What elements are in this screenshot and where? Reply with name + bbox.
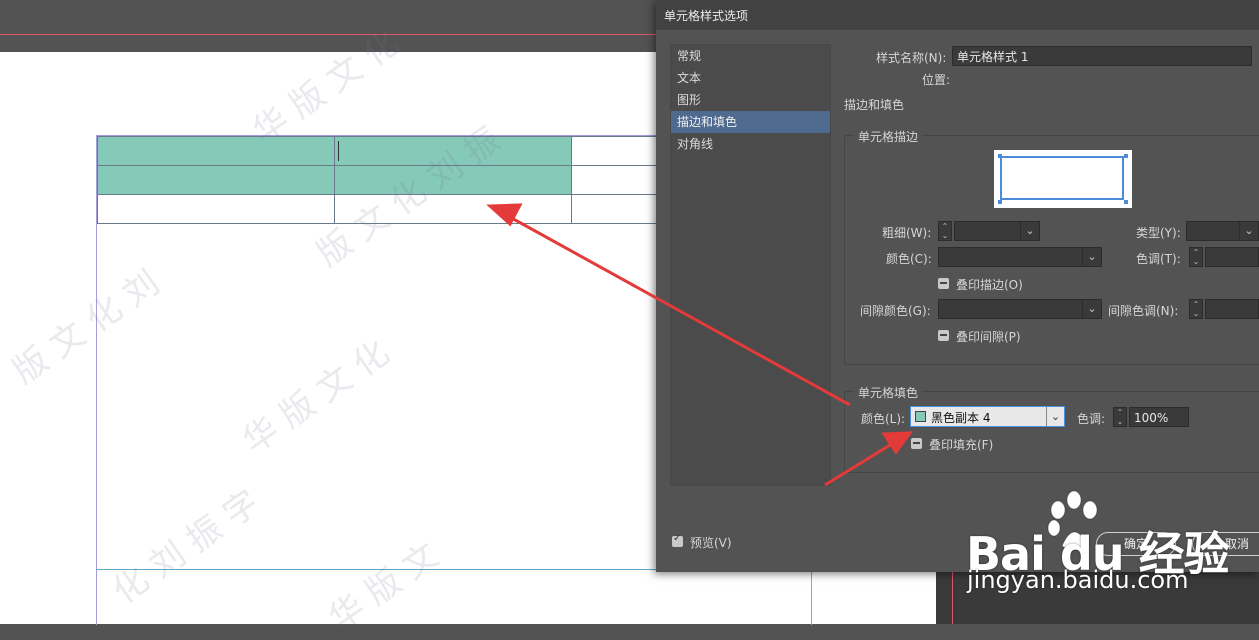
chevron-down-icon[interactable]: ⌄	[1082, 248, 1101, 266]
category-list: 常规 文本 图形 描边和填色 对角线	[670, 44, 831, 486]
stroke-tint-stepper[interactable]: ⌃ ⌄	[1189, 247, 1203, 267]
cell-fill-title: 单元格填色	[854, 384, 923, 401]
dialog-title: 单元格样式选项	[664, 9, 749, 23]
stroke-tint-input[interactable]	[1205, 247, 1259, 267]
text-frame-edge	[96, 569, 656, 570]
fill-tint-label: 色调:	[1077, 412, 1106, 426]
text-cursor	[338, 141, 339, 161]
overprint-gap-checkbox[interactable]	[938, 330, 949, 341]
overprint-stroke-label: 叠印描边(O)	[956, 278, 1023, 292]
fill-color-value: 黑色副本 4	[931, 411, 991, 425]
table-cell[interactable]	[571, 165, 656, 195]
stroke-color-combo[interactable]: ⌄	[938, 247, 1102, 267]
table-cell[interactable]	[334, 165, 572, 195]
cell-stroke-title: 单元格描边	[854, 128, 923, 145]
weight-label: 粗细(W):	[882, 226, 932, 240]
location-label: 位置:	[922, 73, 951, 87]
type-label: 类型(Y):	[1136, 226, 1181, 240]
stroke-tint-label: 色调(T):	[1136, 252, 1181, 266]
section-heading: 描边和填色	[844, 98, 905, 112]
table-cell[interactable]	[97, 194, 335, 224]
table-cell[interactable]	[97, 165, 335, 195]
fill-color-label: 颜色(L):	[861, 412, 906, 426]
category-strokes-and-fills[interactable]: 描边和填色	[671, 111, 830, 133]
gap-color-combo[interactable]: ⌄	[938, 299, 1102, 319]
category-general[interactable]: 常规	[671, 45, 830, 67]
fill-tint-stepper[interactable]: ⌃ ⌄	[1113, 407, 1127, 427]
table-row	[97, 194, 656, 224]
table-cell[interactable]	[571, 136, 656, 166]
cell-fill-group	[844, 391, 1259, 473]
chevron-down-icon[interactable]: ⌄	[1020, 222, 1039, 240]
proxy-handle[interactable]	[998, 154, 1002, 158]
baidu-url: jingyan.baidu.com	[967, 566, 1189, 594]
type-combo[interactable]: ⌄	[1186, 221, 1259, 241]
color-swatch	[915, 411, 926, 422]
preview-checkbox[interactable]	[672, 533, 683, 547]
fill-tint-input[interactable]: 100%	[1129, 407, 1189, 427]
table-cell[interactable]	[571, 194, 656, 224]
table-cell[interactable]	[334, 136, 572, 166]
overprint-gap-label: 叠印间隙(P)	[956, 330, 1021, 344]
gap-color-label: 间隙颜色(G):	[860, 304, 931, 318]
chevron-down-icon[interactable]: ⌄	[1082, 300, 1101, 318]
proxy-handle[interactable]	[1124, 154, 1128, 158]
bleed-guide	[0, 34, 660, 35]
stroke-color-label: 颜色(C):	[886, 252, 932, 266]
preview-label: 预览(V)	[690, 536, 732, 550]
table-cell[interactable]	[97, 136, 335, 166]
style-name-input[interactable]: 单元格样式 1	[952, 46, 1252, 66]
style-name-label: 样式名称(N):	[876, 51, 947, 65]
category-graphic[interactable]: 图形	[671, 89, 830, 111]
overprint-fill-label: 叠印填充(F)	[929, 438, 994, 452]
gap-tint-label: 间隙色调(N):	[1108, 304, 1179, 318]
table-row	[97, 136, 656, 166]
gap-tint-stepper[interactable]: ⌃ ⌄	[1189, 299, 1203, 319]
proxy-handle[interactable]	[998, 200, 1002, 204]
stroke-preview-proxy[interactable]	[994, 150, 1132, 208]
table-row	[97, 165, 656, 195]
gap-tint-input[interactable]	[1205, 299, 1259, 319]
weight-combo[interactable]: ⌄	[954, 221, 1040, 241]
overprint-fill-checkbox[interactable]	[911, 438, 922, 449]
weight-stepper[interactable]: ⌃ ⌄	[938, 221, 952, 241]
category-text[interactable]: 文本	[671, 67, 830, 89]
stroke-proxy-frame	[1000, 156, 1124, 200]
category-diagonal-lines[interactable]: 对角线	[671, 133, 830, 155]
proxy-handle[interactable]	[1124, 200, 1128, 204]
document-table[interactable]	[97, 136, 656, 224]
cell-style-options-dialog: 单元格样式选项 常规 文本 图形 描边和填色 对角线 样式名称(N): 单元格样…	[656, 0, 1259, 572]
chevron-down-icon[interactable]: ⌄	[1046, 407, 1064, 426]
dialog-titlebar[interactable]: 单元格样式选项	[656, 0, 1259, 30]
bleed-guide-right	[952, 570, 953, 624]
fill-color-combo[interactable]: 黑色副本 4 ⌄	[910, 406, 1065, 427]
table-cell[interactable]	[334, 194, 572, 224]
overprint-stroke-checkbox[interactable]	[938, 278, 949, 289]
chevron-down-icon[interactable]: ⌄	[1239, 222, 1258, 240]
